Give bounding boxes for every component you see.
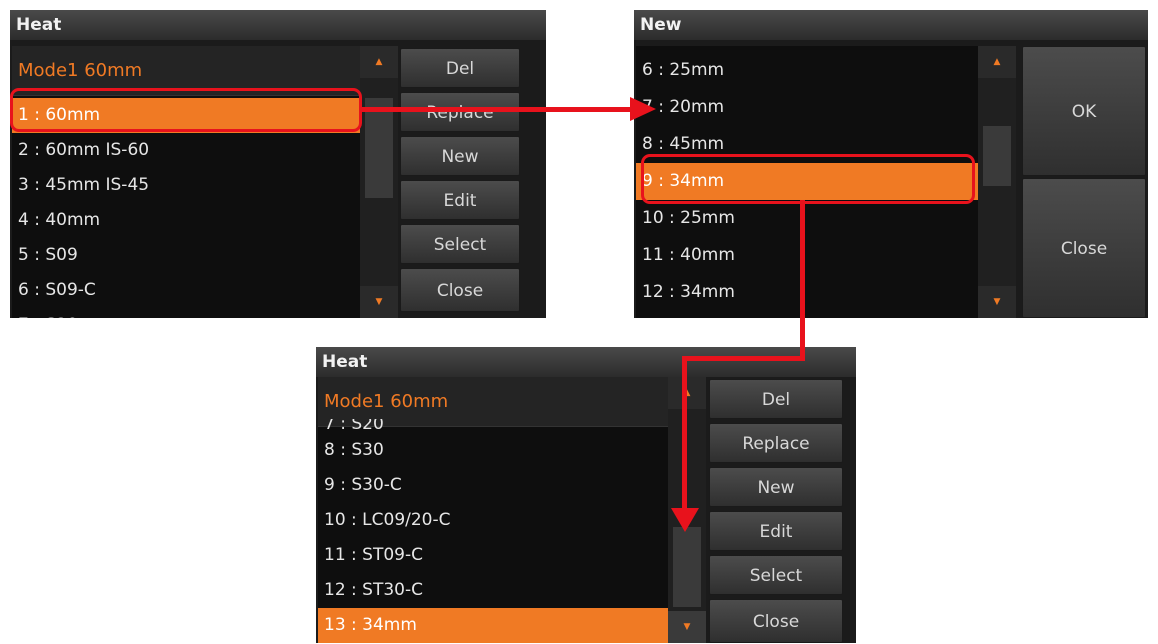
edit-button[interactable]: Edit	[709, 511, 843, 551]
triangle-up-icon[interactable]: ▲	[668, 377, 706, 409]
del-button[interactable]: Del	[709, 379, 843, 419]
panel-title: New	[634, 10, 1148, 40]
list-item[interactable]: 12 : ST30-C	[318, 573, 668, 608]
close-button[interactable]: Close	[400, 268, 520, 312]
panel-title: Heat	[316, 347, 856, 377]
list-item[interactable]: 9 : S30-C	[318, 468, 668, 503]
scrollbar[interactable]: ▲ ▼	[360, 46, 398, 318]
replace-button[interactable]: Replace	[400, 92, 520, 132]
heat-panel-top: Heat Mode1 60mm 1 : 60mm 2 : 60mm IS-60 …	[10, 10, 546, 318]
list-item[interactable]: 11 : ST09-C	[318, 538, 668, 573]
arrow-head-icon	[630, 97, 656, 121]
list-item[interactable]: 12 : 34mm	[636, 274, 978, 311]
arrow-head-icon	[671, 508, 699, 532]
list-item[interactable]: 7 : S20	[12, 308, 362, 318]
close-button[interactable]: Close	[709, 599, 843, 643]
replace-button[interactable]: Replace	[709, 423, 843, 463]
list-item[interactable]: 3 : 45mm IS-45	[12, 168, 362, 203]
close-button[interactable]: Close	[1022, 178, 1146, 318]
list-item[interactable]: 10 : 25mm	[636, 200, 978, 237]
flow-arrow	[682, 356, 687, 516]
flow-arrow	[682, 356, 805, 361]
heat-list[interactable]: Mode1 60mm 1 : 60mm 2 : 60mm IS-60 3 : 4…	[12, 46, 398, 318]
list-item[interactable]: 5 : S09	[12, 238, 362, 273]
flow-arrow	[800, 200, 805, 360]
list-item-selected[interactable]: 13 : 34mm	[318, 608, 706, 643]
list-item[interactable]: 11 : 40mm	[636, 237, 978, 274]
list-item[interactable]: 6 : S09-C	[12, 273, 362, 308]
list-item[interactable]: 10 : LC09/20-C	[318, 503, 668, 538]
new-button[interactable]: New	[400, 136, 520, 176]
triangle-down-icon[interactable]: ▼	[360, 286, 398, 318]
list-item[interactable]: 7 : S20	[318, 419, 668, 433]
selection-highlight	[10, 88, 362, 132]
list-item[interactable]: 4 : 40mm	[12, 203, 362, 238]
selection-highlight	[641, 154, 975, 204]
triangle-down-icon[interactable]: ▼	[668, 611, 706, 643]
edit-button[interactable]: Edit	[400, 180, 520, 220]
list-item[interactable]: 6 : 25mm	[636, 52, 978, 89]
triangle-down-icon[interactable]: ▼	[978, 286, 1016, 318]
scroll-thumb[interactable]	[365, 98, 393, 198]
heat-panel-bottom: Heat Mode1 60mm 7 : S20 8 : S30 9 : S30-…	[316, 347, 856, 643]
ok-button[interactable]: OK	[1022, 46, 1146, 176]
panel-title: Heat	[10, 10, 546, 40]
list-item[interactable]: 7 : 20mm	[636, 89, 978, 126]
select-button[interactable]: Select	[400, 224, 520, 264]
del-button[interactable]: Del	[400, 48, 520, 88]
triangle-up-icon[interactable]: ▲	[978, 46, 1016, 78]
list-item[interactable]: 2 : 60mm IS-60	[12, 133, 362, 168]
scrollbar[interactable]: ▲ ▼	[978, 46, 1016, 318]
select-button[interactable]: Select	[709, 555, 843, 595]
scroll-thumb[interactable]	[673, 527, 701, 607]
scroll-thumb[interactable]	[983, 126, 1011, 186]
triangle-up-icon[interactable]: ▲	[360, 46, 398, 78]
flow-arrow	[362, 107, 634, 112]
list-item[interactable]: 8 : S30	[318, 433, 668, 468]
heat-list[interactable]: Mode1 60mm 7 : S20 8 : S30 9 : S30-C 10 …	[318, 377, 706, 643]
new-button[interactable]: New	[709, 467, 843, 507]
